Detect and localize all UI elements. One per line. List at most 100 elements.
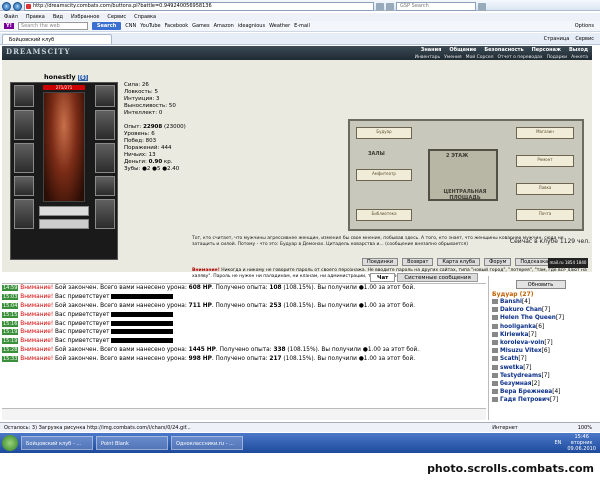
game-menu-knowledge[interactable]: Знания [421,47,442,53]
user-list-item[interactable]: swetka[7] [489,364,592,372]
menu-file[interactable]: Файл [4,13,18,21]
menu-tools[interactable]: Сервис [107,13,126,21]
zoom-level[interactable]: 100% [578,423,600,432]
user-list-item[interactable]: Testydreams[7] [489,372,592,380]
link-games[interactable]: Games [192,23,210,29]
address-bar[interactable]: http://dreamscity.combats.com/buttons.pl… [24,2,374,11]
character-nick[interactable]: honestly [6] [44,73,88,81]
sub-sorsel[interactable]: Мой Сорсел [466,55,494,60]
map-building-repair[interactable]: Ремонт [516,155,574,167]
link-cnn[interactable]: CNN [125,23,136,29]
chat-timestamp[interactable]: 15:19 [2,338,19,345]
weapon-slot[interactable] [14,110,34,140]
refresh-icon[interactable] [376,2,384,11]
chat-timestamp[interactable]: 15:04 [2,302,19,309]
link-youtube[interactable]: YouTube [140,23,160,29]
user-list-item[interactable]: Scath[7] [489,355,592,363]
user-list-item[interactable]: безумная[2] [489,380,592,388]
helmet-slot[interactable] [14,85,34,107]
user-list-item[interactable]: Banshi[4] [489,298,592,306]
bottom-slots-2[interactable] [39,219,89,229]
game-menu-communication[interactable]: Общение [449,47,476,53]
return-button[interactable]: Возврат [402,258,434,266]
armor-slot[interactable] [14,143,34,173]
forum-button[interactable]: Форум [484,258,512,266]
chat-timestamp[interactable]: 15:28 [2,347,19,354]
yahoo-search-button[interactable]: Search [91,22,122,30]
link-ideagnious[interactable]: ideagnious [238,23,265,29]
chat-timestamp[interactable]: 15:19 [2,329,19,336]
options-button[interactable]: Options [575,23,600,29]
align-icon [492,331,498,337]
game-menu-character[interactable]: Персонаж [532,47,561,53]
yahoo-search-input[interactable]: Search the web [17,22,88,30]
start-button[interactable] [2,435,18,451]
boots-slot[interactable] [95,199,115,229]
user-list-item[interactable]: Kiriewka[7] [489,331,592,339]
chat-timestamp[interactable]: 15:03 [2,293,19,300]
ring-slot[interactable] [95,176,115,196]
chat-timestamp[interactable]: 15:15 [2,311,19,318]
task-odnoklassniki[interactable]: Одноклассники.ru - ... [171,436,243,450]
chat-attention-label: Внимание! [20,293,54,300]
stop-icon[interactable] [386,2,394,11]
user-list-item[interactable]: Dakuro Chan[7] [489,306,592,314]
task-fight-club[interactable]: Бойцовский клуб - ... [21,436,93,450]
club-map-button[interactable]: Карта клуба [437,258,481,266]
page-menu[interactable]: Страница [544,34,570,44]
bottom-slots[interactable] [39,206,89,216]
back-button[interactable]: ‹ [2,2,11,11]
link-facebook[interactable]: Facebook [165,23,189,29]
link-email[interactable]: E-mail [294,23,310,29]
refresh-button[interactable]: Обновить [515,280,566,289]
tab-fight-club[interactable]: Бойцовский клуб [2,34,112,44]
menu-help[interactable]: Справка [134,13,156,21]
chat-input-bar[interactable] [2,408,486,420]
menu-edit[interactable]: Правка [26,13,45,21]
chat-timestamp[interactable]: 15:33 [2,356,19,363]
forward-button[interactable]: › [13,2,22,11]
shield-slot[interactable] [14,199,34,229]
browser-search-input[interactable]: GSP Search [396,2,476,11]
chat-timestamp[interactable]: 14:59 [2,285,19,291]
sub-transfers[interactable]: Отчет о переводах [497,55,542,60]
sub-skills[interactable]: Умения [444,55,461,60]
link-weather[interactable]: Weather [269,23,290,29]
belt-slot[interactable] [14,176,34,196]
chat-timestamp[interactable]: 15:16 [2,320,19,327]
gloves-slot[interactable] [95,110,115,140]
menu-view[interactable]: Вид [53,13,63,21]
user-list-item[interactable]: hooliganka[6] [489,323,592,331]
map-building-post[interactable]: Почта [516,209,574,221]
map-building-boudoir[interactable]: Будуар [356,127,412,139]
user-name: Scath [500,356,519,363]
game-menu-security[interactable]: Безопасность [484,47,523,53]
tab-system-messages[interactable]: Системные сообщения [397,273,478,282]
user-list-item[interactable]: Misuzu Vitex[6] [489,347,592,355]
link-amazon[interactable]: Amazon [214,23,234,29]
user-list-item[interactable]: Гадя Петрович[7] [489,396,592,404]
tab-chat[interactable]: Чат [370,273,396,282]
mailru-counter[interactable]: mail.ru 1854 1840 100 [548,258,588,275]
sub-gifts[interactable]: Подарки [547,55,568,60]
earrings-slot[interactable] [95,85,115,107]
sub-profile[interactable]: Анкета [571,55,588,60]
tools-menu[interactable]: Сервис [575,34,594,44]
map-building-store[interactable]: Лавка [516,183,574,195]
sub-inventory[interactable]: Инвентарь [415,55,441,60]
user-list-item[interactable]: Вера Брежнева[4] [489,388,592,396]
menu-favorites[interactable]: Избранное [71,13,99,21]
map-building-library[interactable]: Библиотека [356,209,412,221]
user-list-item[interactable]: Helen The Queen[7] [489,314,592,322]
game-menu-exit[interactable]: Выход [569,47,588,53]
search-icon[interactable] [478,2,486,11]
language-indicator[interactable]: EN [554,440,561,446]
tray-clock[interactable]: 15:46 вторник 09.06.2010 [567,434,596,452]
user-list-item[interactable]: koroleva-voin[7] [489,339,592,347]
task-point-blank[interactable]: Point Blank [96,436,168,450]
stat-draws: Ничьих: 13 [124,152,156,158]
duels-button[interactable]: Поединки [362,258,399,266]
map-building-amphitheater[interactable]: Амфитеатр [356,169,412,181]
map-building-shop[interactable]: Магазин [516,127,574,139]
offhand-slot[interactable] [95,143,115,173]
